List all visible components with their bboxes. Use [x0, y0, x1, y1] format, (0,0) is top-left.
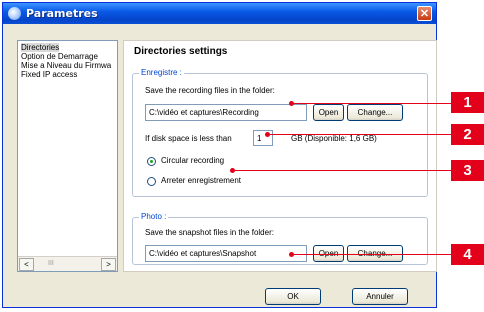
callout-1-badge: 1 [451, 92, 484, 113]
recording-folder-prompt: Save the recording files in the folder: [145, 86, 275, 95]
settings-window: Parametres ✕ Directories Option de Demar… [2, 2, 437, 308]
scroll-left-button[interactable]: < [19, 258, 34, 271]
photo-group-legend: Photo : [139, 212, 169, 221]
sidebar-item-firmware-update[interactable]: Mise a Niveau du Firmwa [21, 61, 111, 70]
sidebar-item-fixed-ip[interactable]: Fixed IP access [21, 70, 77, 79]
settings-category-list[interactable]: Directories Option de Demarrage Mise a N… [17, 40, 118, 272]
sidebar-item-directories[interactable]: Directories [21, 43, 60, 52]
disk-available-label: GB (Disponible: 1,6 GB) [291, 134, 377, 143]
recording-change-button[interactable]: Change... [347, 104, 403, 121]
photo-group: Photo : Save the snapshot files in the f… [132, 212, 428, 265]
callout-1-leader [292, 103, 452, 104]
recording-group: Enregistre : Save the recording files in… [132, 68, 428, 197]
stop-recording-label[interactable]: Arreter enregistrement [161, 176, 241, 185]
panel-title: Directories settings [134, 46, 228, 57]
scroll-thumb[interactable]: III [48, 260, 54, 267]
close-button[interactable]: ✕ [417, 6, 432, 21]
ok-button[interactable]: OK [265, 288, 321, 305]
snapshot-folder-prompt: Save the snapshot files in the folder: [145, 228, 274, 237]
title-bar[interactable]: Parametres ✕ [3, 3, 436, 24]
circular-recording-label[interactable]: Circular recording [161, 156, 224, 165]
callout-1-dot [289, 101, 294, 106]
cancel-button[interactable]: Annuler [352, 288, 408, 305]
callout-4-dot [289, 252, 294, 257]
callout-3-leader [233, 170, 452, 171]
horizontal-scrollbar[interactable]: < III > [18, 256, 117, 271]
callout-4-leader [292, 254, 452, 255]
stop-recording-radio[interactable] [147, 177, 156, 186]
disk-threshold-prefix: If disk space is less than [145, 134, 232, 143]
disk-threshold-input[interactable]: 1 [253, 130, 273, 146]
circular-recording-radio[interactable] [147, 157, 156, 166]
window-title: Parametres [26, 7, 98, 20]
scroll-right-button[interactable]: > [101, 258, 116, 271]
recording-folder-field[interactable]: C:\vidéo et captures\Recording [145, 104, 307, 121]
callout-2-dot [265, 132, 270, 137]
callout-4-badge: 4 [451, 244, 484, 265]
recording-group-legend: Enregistre : [139, 68, 184, 77]
app-icon [8, 7, 21, 20]
callout-3-badge: 3 [451, 160, 484, 181]
callout-3-dot [230, 168, 235, 173]
directories-settings-panel: Directories settings Enregistre : Save t… [123, 40, 437, 272]
callout-2-leader [268, 134, 452, 135]
callout-2-badge: 2 [451, 124, 484, 145]
recording-open-button[interactable]: Open [313, 104, 344, 121]
sidebar-item-startup-options[interactable]: Option de Demarrage [21, 52, 98, 61]
snapshot-folder-field[interactable]: C:\vidéo et captures\Snapshot [145, 245, 307, 262]
